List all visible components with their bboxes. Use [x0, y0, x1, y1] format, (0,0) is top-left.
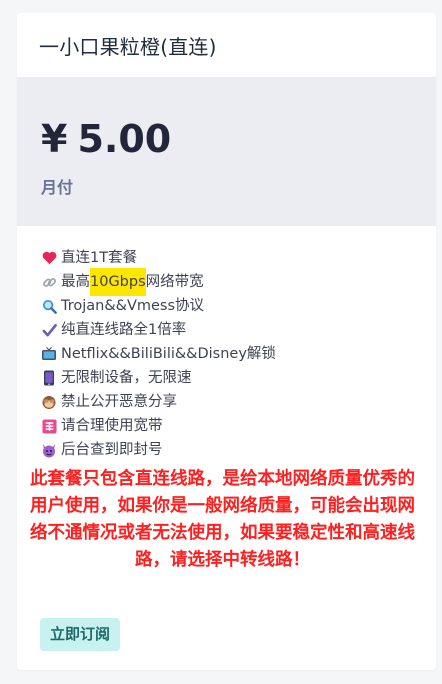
feature-item: 直连1T套餐 [41, 246, 436, 270]
feature-item: Netflix&&BiliBili&&Disney解锁 [41, 342, 436, 366]
feature-text: 禁止公开恶意分享 [61, 394, 177, 410]
monkey-icon [41, 394, 57, 410]
tv-icon [41, 346, 57, 362]
devil-icon [41, 442, 57, 458]
feature-item: 无限制设备，无限速 [41, 366, 436, 390]
feature-item: 请合理使用宽带 [41, 414, 436, 438]
heart-icon [41, 250, 57, 266]
feature-text: 最高10Gbps网络带宽 [61, 268, 204, 296]
feature-text: 请合理使用宽带 [61, 418, 163, 434]
highlight-text: 10Gbps [90, 268, 146, 296]
price-block: ¥5.00 月付 [17, 78, 436, 226]
phone-icon [41, 370, 57, 386]
link-icon [41, 274, 57, 290]
subscribe-button[interactable]: 立即订阅 [40, 618, 121, 651]
currency-symbol: ¥ [41, 117, 68, 161]
feature-item: 纯直连线路全1倍率 [41, 318, 436, 342]
card-header: 一小口果粒橙(直连) [17, 13, 436, 78]
plan-title: 一小口果粒橙(直连) [39, 34, 217, 59]
checkmark-icon [41, 322, 57, 338]
feature-text: Trojan&&Vmess协议 [61, 298, 205, 314]
rent-icon [41, 418, 57, 434]
feature-item: Trojan&&Vmess协议 [41, 294, 436, 318]
feature-text: 直连1T套餐 [61, 250, 138, 266]
feature-text: Netflix&&BiliBili&&Disney解锁 [61, 346, 276, 362]
feature-text: 后台查到即封号 [61, 442, 163, 458]
price-value: 5.00 [77, 117, 172, 161]
price: ¥5.00 [41, 78, 436, 162]
feature-list: 直连1T套餐 最高10Gbps网络带宽 Trojan&&Vmess协议 纯直连线… [17, 226, 436, 462]
warning-notice: 此套餐只包含直连线路，是给本地网络质量优秀的用户使用，如果你是一般网络质量，可能… [30, 469, 415, 570]
feature-text: 纯直连线路全1倍率 [61, 322, 187, 338]
feature-item: 最高10Gbps网络带宽 [41, 268, 436, 296]
feature-text: 无限制设备，无限速 [61, 370, 192, 386]
feature-item: 后台查到即封号 [41, 438, 436, 462]
billing-period: 月付 [41, 178, 74, 197]
plan-card: 一小口果粒橙(直连) ¥5.00 月付 直连1T套餐 最高10Gbps网络带宽 … [17, 13, 436, 670]
feature-item: 禁止公开恶意分享 [41, 390, 436, 414]
magnifier-icon [41, 298, 57, 314]
